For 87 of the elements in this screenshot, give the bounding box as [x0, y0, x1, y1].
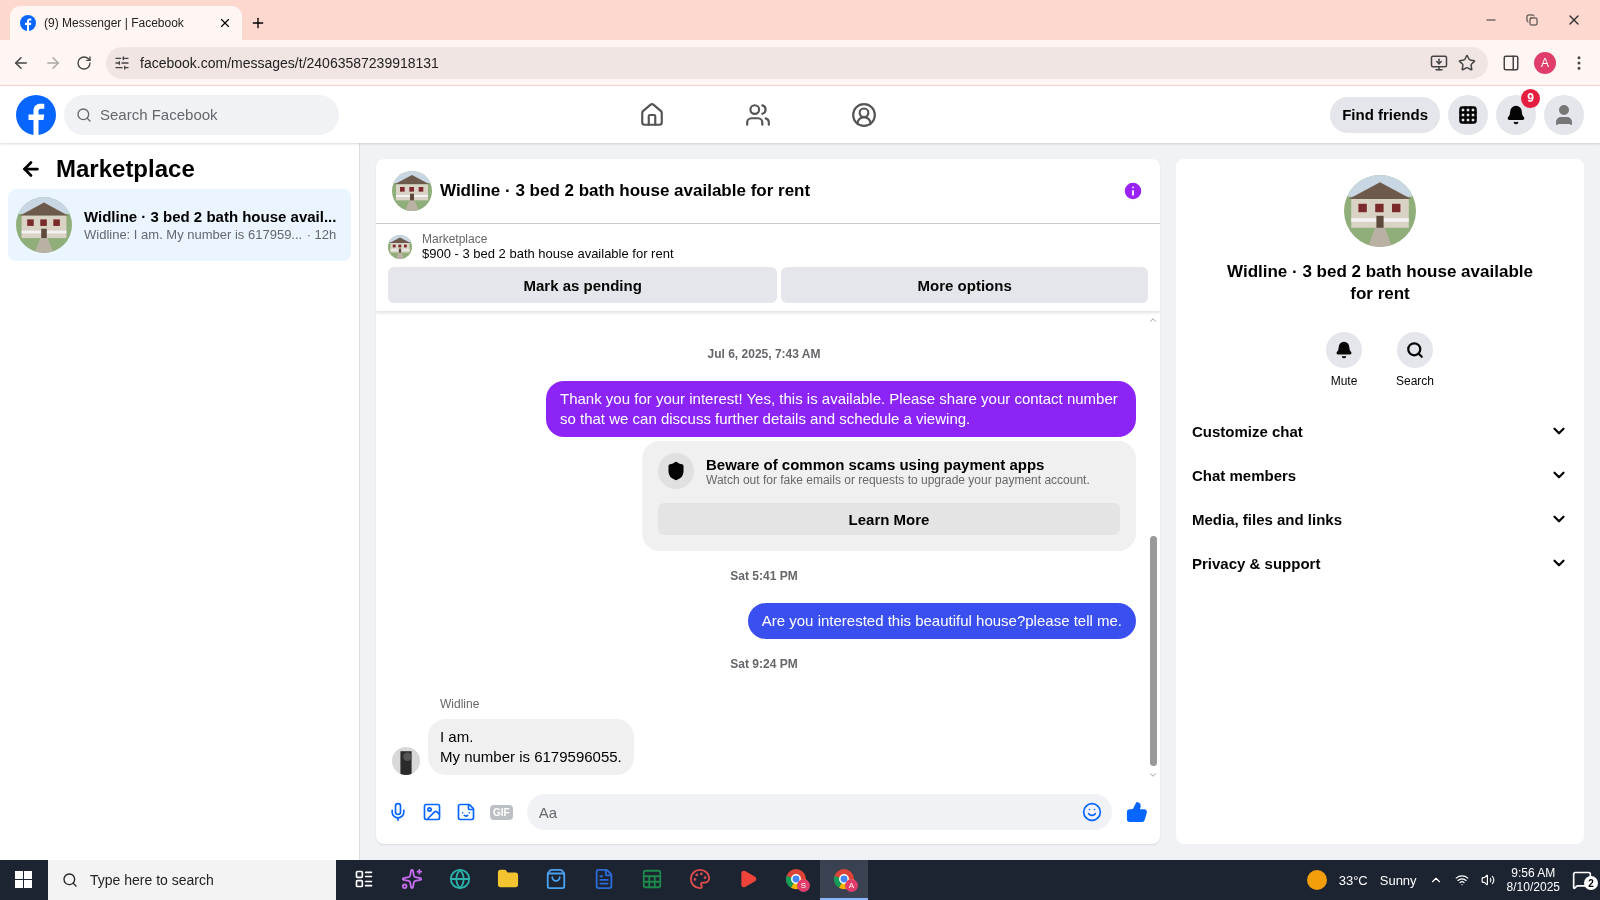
sender-name: Widline — [440, 697, 481, 711]
globe-icon[interactable] — [449, 868, 471, 890]
details-section[interactable]: Chat members — [1192, 453, 1568, 497]
sticker-icon[interactable] — [456, 802, 476, 822]
warning-title: Beware of common scams using payment apps — [706, 455, 1046, 473]
details-action-button[interactable]: Search — [1390, 331, 1440, 389]
image-icon[interactable] — [422, 802, 442, 822]
details-section[interactable]: Privacy & support — [1192, 541, 1568, 585]
bell-icon — [1335, 341, 1353, 359]
notifications-button[interactable] — [1496, 94, 1536, 135]
info-icon[interactable] — [1122, 180, 1144, 202]
notification-count: 9 — [1521, 88, 1540, 108]
emoji-icon[interactable] — [1082, 802, 1102, 822]
conversation-item[interactable]: Widline · 3 bed 2 bath house avail... Widline: I am. My number is 617959... · 12h — [8, 189, 351, 261]
facebook-logo-icon[interactable] — [16, 94, 56, 135]
taskbar-search-field[interactable]: Type here to search — [48, 860, 336, 900]
learn-more-button[interactable]: Learn More — [658, 503, 1120, 535]
message-input[interactable]: Aa — [526, 794, 1112, 830]
url-text: facebook.com/messages/t/24063587239918131 — [140, 54, 440, 71]
wifi-icon[interactable] — [1454, 873, 1469, 887]
sun-icon — [1306, 870, 1327, 890]
chat-title: Widline · 3 bed 2 bath house available for rent — [440, 181, 812, 201]
palette-icon[interactable] — [689, 868, 711, 890]
bell-icon — [1506, 104, 1526, 125]
clock-date: 8/10/2025 — [1506, 880, 1560, 894]
search-icon — [62, 872, 78, 888]
scrollbar-thumb[interactable] — [1149, 536, 1157, 766]
conversation-title: Widline · 3 bed 2 bath house avail... — [84, 207, 337, 225]
listing-label: Marketplace — [422, 232, 489, 246]
listing-action-button[interactable]: Mark as pending — [388, 267, 778, 303]
conversation-time: · 12h — [306, 226, 337, 242]
account-avatar[interactable] — [1544, 94, 1584, 135]
close-icon[interactable] — [218, 16, 232, 30]
install-icon[interactable] — [1430, 53, 1448, 72]
microphone-icon[interactable] — [388, 802, 408, 822]
profile-badge: S — [797, 879, 810, 892]
thumbs-up-icon[interactable] — [1126, 801, 1148, 823]
conversation-preview: Widline: I am. My number is 617959... — [84, 226, 303, 242]
profile-avatar[interactable]: A — [1534, 51, 1556, 74]
sent-message: Are you interested this beautiful house?please tell me. — [747, 603, 1136, 639]
address-bar[interactable]: facebook.com/messages/t/24063587239918131 — [106, 46, 1488, 79]
tab-title: (9) Messenger | Facebook — [44, 16, 185, 30]
warning-text: Watch out for fake emails or requests to upgrade your payment account. — [706, 472, 1090, 487]
spreadsheet-icon[interactable] — [641, 868, 663, 890]
grid-icon — [1458, 104, 1478, 125]
menu-grid-button[interactable] — [1448, 94, 1488, 135]
friends-icon[interactable] — [745, 101, 771, 128]
restore-icon[interactable] — [1526, 14, 1538, 26]
notification-count: 2 — [1584, 876, 1598, 890]
search-icon — [76, 106, 92, 123]
home-icon[interactable] — [639, 101, 665, 128]
details-section[interactable]: Media, files and links — [1192, 497, 1568, 541]
facebook-logo-icon — [20, 15, 36, 31]
timestamp: Sat 5:41 PM — [730, 569, 798, 583]
received-message: I am. My number is 6179596055. — [428, 719, 634, 775]
listing-action-button[interactable]: More options — [781, 267, 1148, 303]
shield-icon — [658, 453, 694, 489]
listing-title: $900 - 3 bed 2 bath house available for rent — [422, 246, 674, 261]
clock-time: 9:56 AM — [1511, 866, 1556, 880]
site-settings-icon[interactable] — [114, 54, 130, 71]
temperature: 33°C — [1338, 872, 1368, 888]
find-friends-button[interactable]: Find friends — [1330, 96, 1440, 133]
back-icon[interactable] — [20, 158, 42, 180]
folder-icon[interactable] — [497, 868, 519, 890]
task-view-icon[interactable] — [354, 869, 374, 889]
browser-tab[interactable]: (9) Messenger | Facebook — [10, 6, 242, 40]
search-field[interactable]: Search Facebook — [64, 94, 339, 135]
side-panel-icon[interactable] — [1502, 53, 1520, 72]
sparkle-icon[interactable] — [401, 868, 423, 890]
search-icon — [1406, 341, 1424, 359]
details-section[interactable]: Customize chat — [1192, 409, 1568, 453]
volume-icon[interactable] — [1480, 873, 1495, 887]
new-tab-icon[interactable] — [250, 15, 266, 31]
bookmark-star-icon[interactable] — [1458, 53, 1476, 72]
timestamp: Sat 9:24 PM — [730, 657, 798, 671]
weather-condition: Sunny — [1379, 872, 1417, 888]
play-icon[interactable] — [738, 869, 758, 889]
sidebar-title: Marketplace — [56, 155, 195, 183]
profile-badge: A — [845, 879, 858, 892]
reload-icon[interactable] — [76, 54, 92, 71]
details-title: Widline · 3 bed 2 bath house available for rent — [1226, 261, 1534, 305]
details-action-button[interactable]: Mute — [1320, 331, 1368, 389]
groups-icon[interactable] — [851, 101, 877, 128]
document-icon[interactable] — [593, 868, 615, 890]
bag-icon[interactable] — [545, 868, 567, 890]
sent-message: Thank you for your interest! Yes, this is available. Please share your contact number so that we can discuss further details and schedule a viewing. — [546, 381, 1136, 437]
timestamp: Jul 6, 2025, 7:43 AM — [707, 347, 821, 361]
